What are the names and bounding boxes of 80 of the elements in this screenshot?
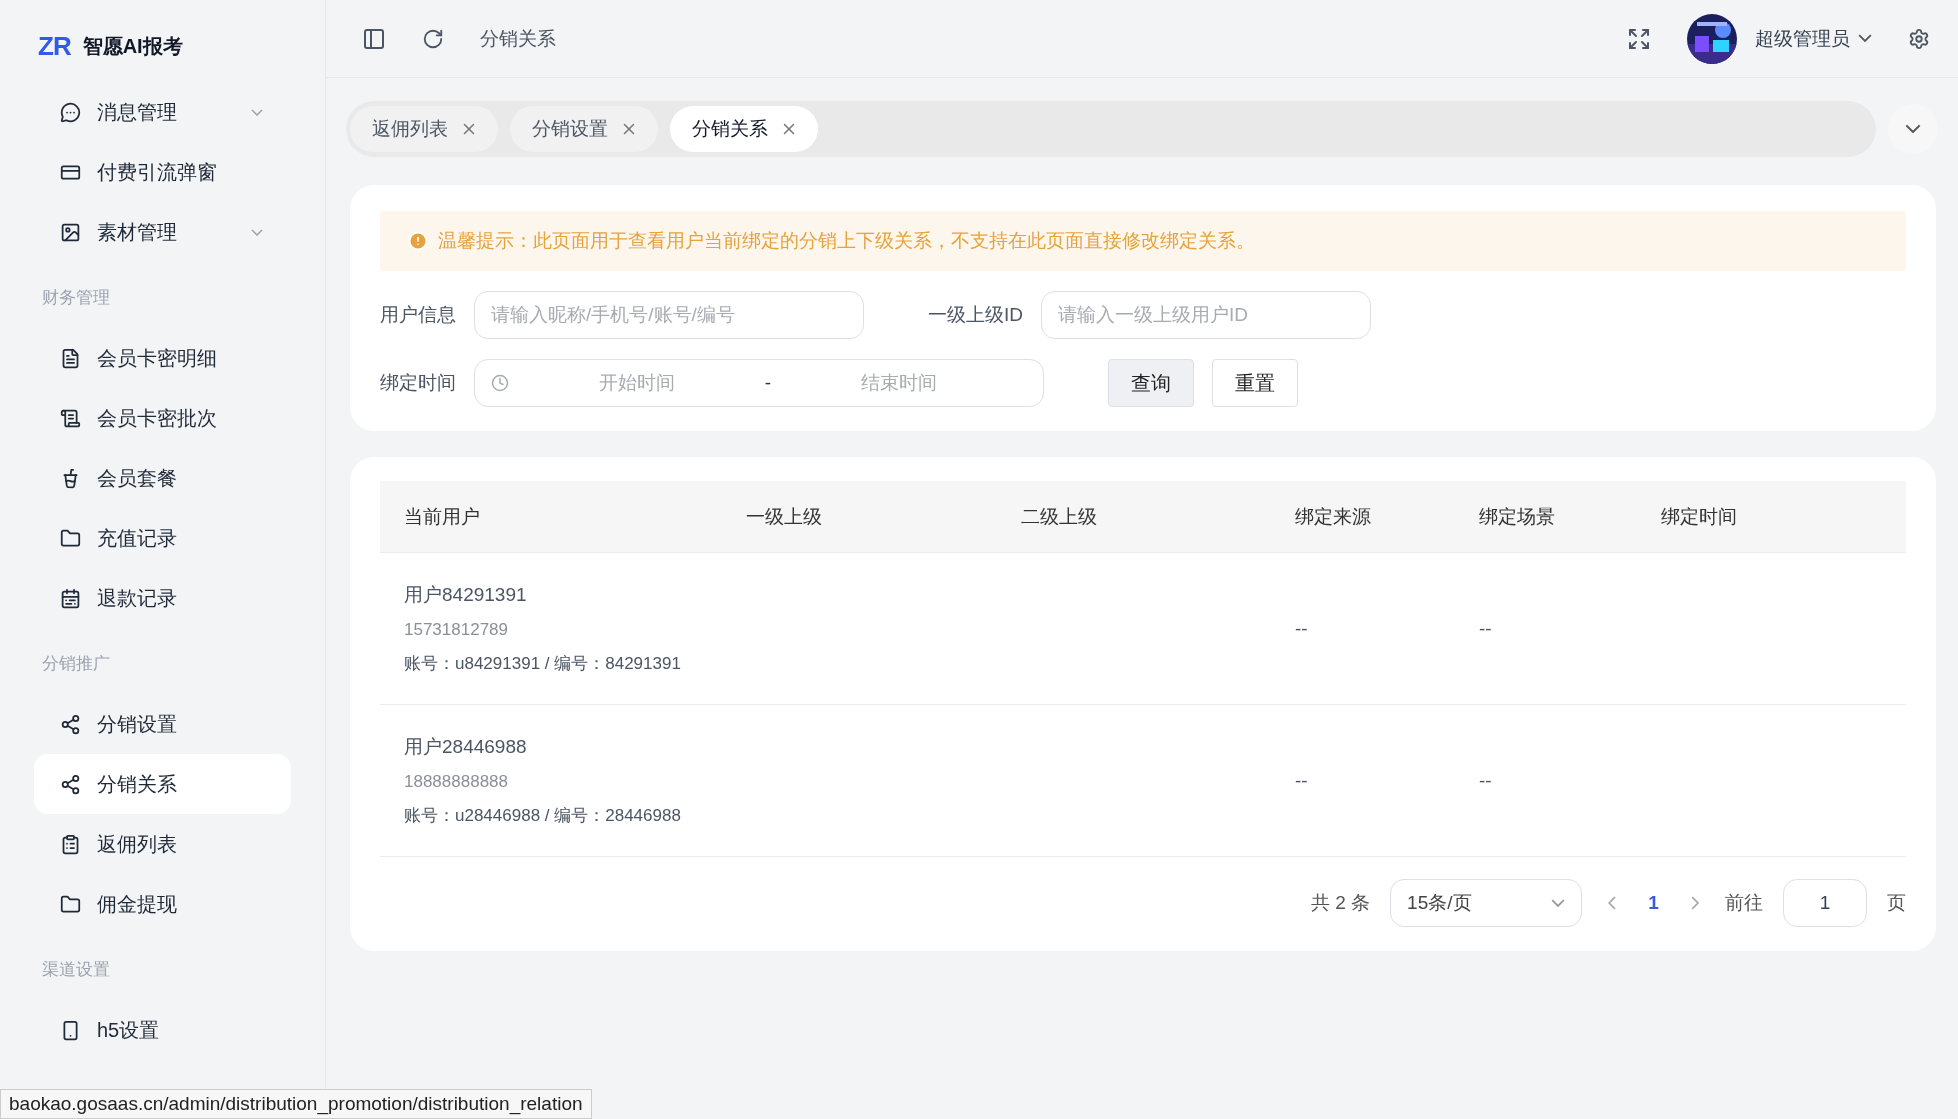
sidebar-item[interactable]: 消息管理: [34, 82, 291, 142]
menu-icon: [60, 713, 81, 735]
table-cell-text: --: [1479, 769, 1493, 792]
table-cell-text: --: [1295, 617, 1309, 640]
table-cell-text: --: [1479, 617, 1493, 640]
chevron-right-icon[interactable]: [1690, 896, 1699, 910]
page-tab[interactable]: 分销关系: [670, 105, 818, 152]
sidebar-item[interactable]: 充值记录: [34, 508, 291, 568]
refresh-button[interactable]: [422, 27, 444, 50]
menu-icon: [60, 347, 81, 369]
sidebar-section-title: 渠道设置: [41, 958, 111, 981]
sidebar-item[interactable]: 返佣列表: [34, 814, 291, 874]
page-tab[interactable]: 返佣列表: [350, 105, 498, 152]
column-header: 绑定来源: [1295, 504, 1372, 529]
reset-button[interactable]: 重置: [1212, 359, 1298, 407]
column-header: 绑定时间: [1661, 504, 1738, 529]
user-account: 账号：u28446988 / 编号：28446988: [404, 805, 682, 827]
user-phone: 15731812789: [404, 620, 509, 640]
chevron-down-icon: [251, 228, 263, 236]
page-tab[interactable]: 分销设置: [510, 105, 658, 152]
menu-icon: [60, 773, 81, 795]
goto-label: 前往: [1725, 891, 1763, 915]
menu-icon: [60, 101, 81, 123]
collapse-sidebar-button[interactable]: [362, 26, 386, 51]
user-menu-button[interactable]: 超级管理员: [1755, 25, 1872, 52]
user-account: 账号：u84291391 / 编号：84291391: [404, 653, 682, 675]
clock-icon: [491, 374, 509, 392]
field-label: 用户信息: [380, 303, 456, 327]
sidebar-item[interactable]: 会员卡密批次: [34, 388, 291, 448]
sidebar-item[interactable]: 付费引流弹窗: [34, 142, 291, 202]
search-button[interactable]: 查询: [1108, 359, 1194, 407]
user-info-field[interactable]: 请输入昵称/手机号/账号/编号: [474, 291, 864, 339]
sidebar-section-title: 财务管理: [41, 286, 111, 309]
sidebar-item[interactable]: 素材管理: [34, 202, 291, 262]
parent-id-field[interactable]: 请输入一级上级用户ID: [1041, 291, 1371, 339]
alert-text: 温馨提示：此页面用于查看用户当前绑定的分销上下级关系，不支持在此页面直接修改绑定关系。: [438, 229, 1255, 253]
menu-icon: [60, 587, 81, 609]
chevron-down-icon: [1905, 123, 1921, 134]
date-range-field[interactable]: 开始时间 - 结束时间: [474, 359, 1044, 407]
fullscreen-button[interactable]: [1627, 26, 1651, 51]
user-name: 用户28446988: [404, 735, 528, 759]
field-label: 绑定时间: [380, 371, 456, 395]
menu-icon: [60, 221, 81, 243]
table-cell-text: --: [1295, 769, 1309, 792]
chevron-left-icon[interactable]: [1608, 896, 1617, 910]
field-label: 一级上级ID: [928, 303, 1023, 327]
chevron-down-icon: [251, 108, 263, 116]
breadcrumb: 分销关系: [480, 26, 557, 51]
chevron-down-icon: [1858, 34, 1872, 43]
menu-icon: [60, 527, 81, 549]
menu-icon: [60, 833, 81, 855]
page-jump-field[interactable]: 1: [1783, 879, 1867, 927]
menu-icon: [60, 893, 81, 915]
sidebar-item[interactable]: 分销设置: [34, 694, 291, 754]
status-url: baokao.gosaas.cn/admin/distribution_promotion/distribution_relation: [0, 1089, 592, 1119]
total-count: 共 2 条: [1311, 891, 1371, 915]
sidebar-item[interactable]: 分销关系: [34, 754, 291, 814]
menu-icon: [60, 407, 81, 429]
user-phone: 18888888888: [404, 772, 509, 792]
menu-icon: [60, 1019, 81, 1041]
user-name: 用户84291391: [404, 583, 528, 607]
settings-button[interactable]: [1908, 27, 1930, 50]
chevron-down-icon: [1551, 898, 1566, 908]
page-size-select[interactable]: 15条/页: [1390, 879, 1583, 927]
app-name: 智愿AI报考: [82, 33, 183, 59]
sidebar-section-title: 分销推广: [41, 652, 111, 675]
page-number[interactable]: 1: [1642, 891, 1665, 915]
range-separator: -: [764, 372, 772, 394]
column-header: 二级上级: [1021, 504, 1098, 529]
sidebar-item[interactable]: 会员套餐: [34, 448, 291, 508]
sidebar-item[interactable]: 佣金提现: [34, 874, 291, 934]
column-header: 当前用户: [404, 504, 481, 529]
sidebar-item[interactable]: h5设置: [34, 1000, 291, 1060]
logo-mark: ZR: [38, 30, 71, 62]
sidebar-item[interactable]: 会员卡密明细: [34, 328, 291, 388]
page-unit: 页: [1887, 891, 1906, 915]
column-header: 绑定场景: [1479, 504, 1556, 529]
column-header: 一级上级: [746, 504, 823, 529]
sidebar-item[interactable]: 退款记录: [34, 568, 291, 628]
warning-icon: [408, 231, 428, 251]
